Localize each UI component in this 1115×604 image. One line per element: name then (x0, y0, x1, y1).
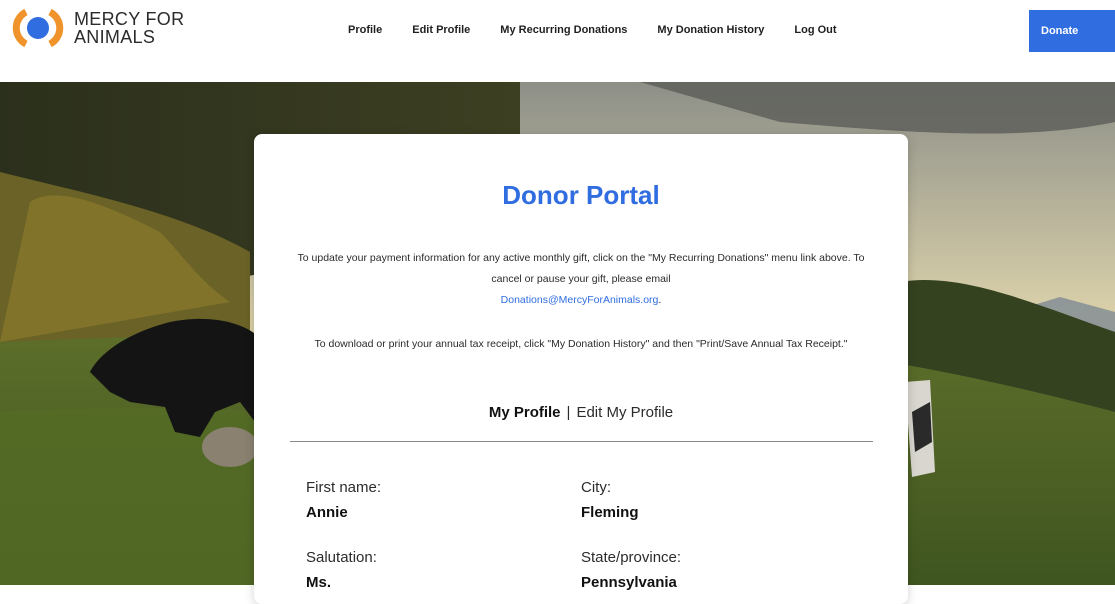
field-label: First name: (306, 479, 382, 496)
logo-line-2: ANIMALS (74, 27, 156, 47)
tab-separator: | (566, 404, 571, 421)
nav-profile[interactable]: Profile (348, 22, 382, 38)
donate-button[interactable]: Donate (1029, 10, 1115, 52)
field-value: Annie (306, 504, 348, 521)
main-nav: Profile Edit Profile My Recurring Donati… (348, 22, 867, 38)
field-value: Pennsylvania (581, 574, 677, 591)
tax-receipt-text: To download or print your annual tax rec… (314, 338, 848, 350)
logo-line-1: MERCY FOR (74, 9, 185, 29)
payment-info-text-main: To update your payment information for a… (297, 252, 865, 285)
nav-donation-history[interactable]: My Donation History (657, 22, 764, 38)
payment-info-text-end: . (658, 294, 662, 306)
field-value: Ms. (306, 574, 332, 591)
divider (290, 441, 873, 442)
logo-wordmark: MERCY FOR ANIMALS (74, 10, 184, 46)
field-label: Salutation: (306, 549, 377, 566)
field-salutation: Salutation: Ms. (306, 548, 546, 593)
field-state-province: State/province: Pennsylvania (581, 548, 821, 593)
donations-email-link[interactable]: Donations@MercyForAnimals.org (501, 294, 659, 306)
tab-my-profile[interactable]: My Profile (489, 404, 561, 421)
donor-portal-card: Donor Portal To update your payment info… (254, 134, 908, 604)
site-logo[interactable]: MERCY FOR ANIMALS (12, 8, 184, 48)
profile-tabs: My Profile | Edit My Profile (254, 404, 908, 421)
field-city: City: Fleming (581, 478, 821, 523)
field-first-name: First name: Annie (306, 478, 546, 523)
field-label: City: (581, 479, 611, 496)
payment-info-text: To update your payment information for a… (294, 248, 868, 311)
nav-log-out[interactable]: Log Out (794, 22, 836, 38)
nav-edit-profile[interactable]: Edit Profile (412, 22, 470, 38)
page-title: Donor Portal (502, 180, 660, 210)
tab-edit-my-profile[interactable]: Edit My Profile (576, 404, 673, 421)
nav-recurring-donations[interactable]: My Recurring Donations (500, 22, 627, 38)
field-value: Fleming (581, 504, 639, 521)
logo-mark-icon (12, 8, 64, 48)
site-header: MERCY FOR ANIMALS Profile Edit Profile M… (0, 0, 1115, 82)
field-label: State/province: (581, 549, 682, 566)
